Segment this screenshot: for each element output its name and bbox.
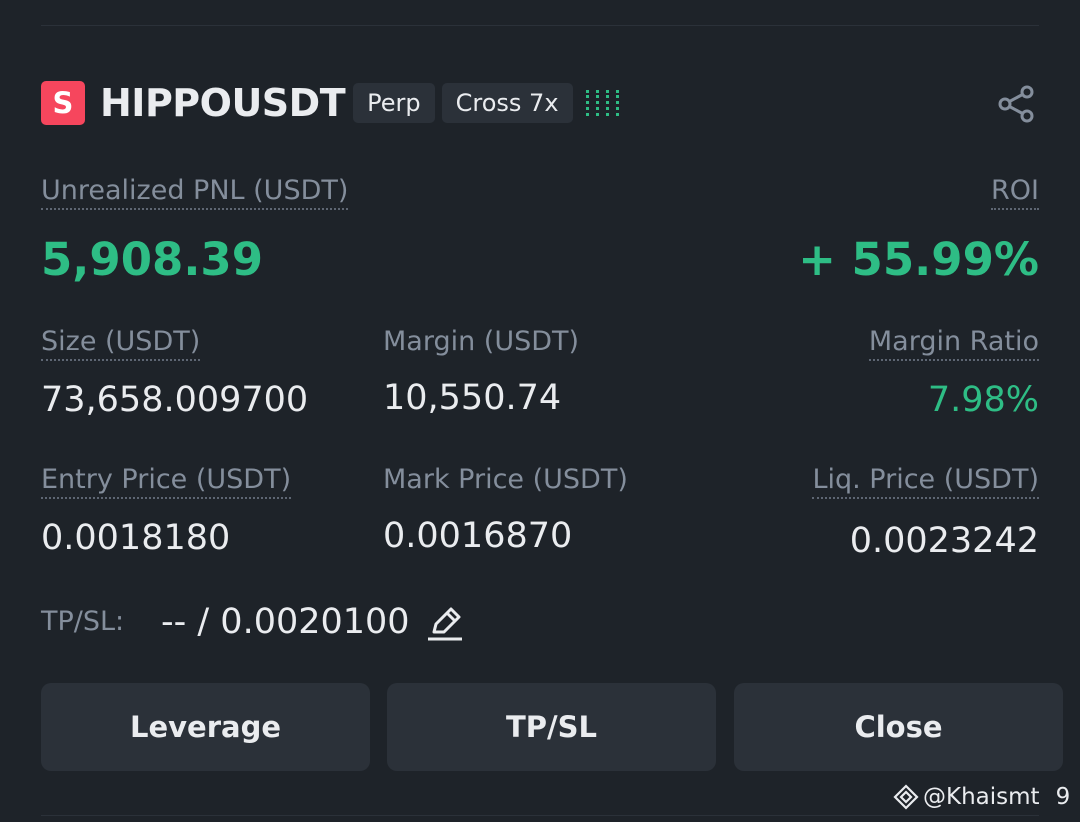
entry-price-label[interactable]: Entry Price (USDT) bbox=[41, 464, 292, 499]
roi-label[interactable]: ROI bbox=[991, 175, 1039, 210]
unrealized-pnl-value: 5,908.39 bbox=[41, 233, 264, 286]
position-card: S HIPPOUSDT Perp Cross 7x Unrealized PNL… bbox=[0, 0, 1080, 822]
risk-bar bbox=[605, 90, 612, 116]
watermark-suffix: 9 bbox=[1055, 784, 1071, 810]
close-position-button[interactable]: Close bbox=[734, 683, 1063, 771]
mark-price-label: Mark Price (USDT) bbox=[383, 464, 628, 495]
risk-bar bbox=[595, 90, 602, 116]
leverage-button[interactable]: Leverage bbox=[41, 683, 370, 771]
entry-price-value: 0.0018180 bbox=[41, 518, 231, 558]
liq-price-value: 0.0023242 bbox=[849, 521, 1039, 561]
watermark-handle: @Khaismt bbox=[923, 784, 1040, 810]
tpsl-value: -- / 0.0020100 bbox=[161, 602, 410, 642]
roi-value: + 55.99% bbox=[798, 233, 1039, 286]
share-icon[interactable] bbox=[997, 84, 1037, 124]
margin-ratio-label[interactable]: Margin Ratio bbox=[868, 326, 1039, 361]
mark-price-value: 0.0016870 bbox=[383, 516, 573, 556]
top-divider bbox=[41, 25, 1039, 26]
risk-bar bbox=[615, 90, 622, 116]
risk-level-indicator bbox=[585, 89, 622, 117]
liq-price-label[interactable]: Liq. Price (USDT) bbox=[812, 464, 1039, 499]
short-side-badge: S bbox=[41, 81, 85, 125]
edit-icon[interactable] bbox=[426, 604, 464, 642]
contract-type-tag: Perp bbox=[353, 83, 435, 123]
tpsl-label: TP/SL: bbox=[41, 606, 125, 637]
binance-logo-icon bbox=[893, 784, 919, 810]
watermark: @Khaismt 9 bbox=[893, 782, 1070, 812]
margin-value: 10,550.74 bbox=[383, 378, 562, 418]
tpsl-button[interactable]: TP/SL bbox=[387, 683, 716, 771]
symbol-title[interactable]: HIPPOUSDT bbox=[100, 81, 346, 125]
unrealized-pnl-label[interactable]: Unrealized PNL (USDT) bbox=[41, 175, 349, 210]
margin-ratio-value: 7.98% bbox=[927, 380, 1039, 420]
size-value: 73,658.009700 bbox=[41, 380, 309, 420]
bottom-divider bbox=[41, 815, 1039, 816]
position-header: S HIPPOUSDT Perp Cross 7x bbox=[41, 81, 622, 125]
margin-label: Margin (USDT) bbox=[383, 326, 580, 357]
margin-mode-tag[interactable]: Cross 7x bbox=[441, 83, 573, 123]
risk-bar bbox=[585, 90, 592, 116]
size-label[interactable]: Size (USDT) bbox=[41, 326, 201, 361]
